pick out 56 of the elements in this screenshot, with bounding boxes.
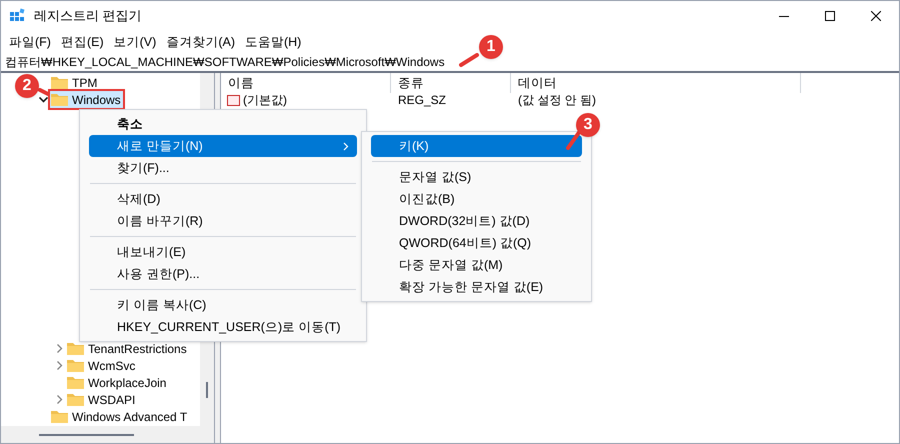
menu-item[interactable]: 삭제(D) xyxy=(89,188,357,210)
menu-item[interactable]: 축소 xyxy=(89,113,357,135)
scrollbar-thumb[interactable] xyxy=(39,434,134,436)
menu-item[interactable]: DWORD(32비트) 값(D) xyxy=(371,210,582,232)
folder-icon xyxy=(51,93,68,106)
folder-icon xyxy=(51,410,68,423)
tree-item[interactable]: WcmSvc xyxy=(66,357,138,374)
menu-item[interactable]: 확장 가능한 문자열 값(E) xyxy=(371,276,582,298)
folder-icon xyxy=(67,376,84,389)
window-title: 레지스트리 편집기 xyxy=(34,7,142,26)
folder-icon xyxy=(67,359,84,372)
folder-icon xyxy=(51,76,68,89)
tree-item[interactable]: TenantRestrictions xyxy=(66,340,189,357)
tree-item[interactable]: WorkplaceJoin xyxy=(66,374,168,391)
registry-editor-icon xyxy=(9,8,25,24)
close-icon xyxy=(871,11,881,21)
menu-item[interactable]: 키(K) xyxy=(371,135,582,157)
column-header[interactable]: 종류 xyxy=(391,73,511,93)
menu-item[interactable]: QWORD(64비트) 값(Q) xyxy=(371,232,582,254)
menu-item[interactable]: 이진값(B) xyxy=(371,188,582,210)
column-header[interactable]: 이름 xyxy=(221,73,391,93)
menu-item[interactable]: 찾기(F)... xyxy=(89,157,357,179)
horizontal-scrollbar[interactable] xyxy=(1,426,214,443)
scrollbar-thumb[interactable] xyxy=(206,382,208,398)
menu-item[interactable]: 키 이름 복사(C) xyxy=(89,294,357,316)
menu-item[interactable]: 파일(F) xyxy=(4,32,56,52)
menu-item[interactable]: 즐겨찾기(A) xyxy=(161,32,240,52)
menu-item[interactable]: 문자열 값(S) xyxy=(371,166,582,188)
chevron-right-icon[interactable] xyxy=(55,395,64,404)
chevron-right-icon[interactable] xyxy=(55,344,64,353)
menu-item[interactable]: 사용 권한(P)... xyxy=(89,263,357,285)
menu-item[interactable]: 보기(V) xyxy=(108,32,162,52)
menu-item[interactable]: 편집(E) xyxy=(56,32,109,52)
tree-item[interactable]: Windows Advanced T xyxy=(50,408,190,425)
folder-icon xyxy=(67,342,84,355)
maximize-icon xyxy=(825,11,835,21)
chevron-right-icon[interactable] xyxy=(55,361,64,370)
menu-item[interactable]: 새로 만들기(N) xyxy=(89,135,357,157)
tree-item[interactable]: WSDAPI xyxy=(66,391,138,408)
menu-item[interactable]: HKEY_CURRENT_USER(으)로 이동(T) xyxy=(89,316,357,338)
tree-item[interactable]: Windows xyxy=(50,91,123,108)
table-cell-text: REG_SZ xyxy=(397,93,448,107)
menu-item[interactable]: 이름 바꾸기(R) xyxy=(89,210,357,232)
menu-item[interactable]: 도움말(H) xyxy=(240,32,306,52)
callout-badge: 3 xyxy=(576,113,600,137)
chevron-down-icon[interactable] xyxy=(39,95,48,104)
column-header[interactable]: 데이터 xyxy=(511,73,801,93)
table-cell: (기본값) xyxy=(243,93,287,107)
table-cell-text: (값 설정 안 됨) xyxy=(517,93,597,107)
tree-item[interactable]: TPM xyxy=(50,74,100,91)
string-value-icon xyxy=(227,94,240,106)
callout-badge: 2 xyxy=(15,74,39,98)
folder-icon xyxy=(67,393,84,406)
callout-badge: 1 xyxy=(479,35,503,59)
menu-item[interactable]: 다중 문자열 값(M) xyxy=(371,254,582,276)
menu-item[interactable]: 내보내기(E) xyxy=(89,241,357,263)
